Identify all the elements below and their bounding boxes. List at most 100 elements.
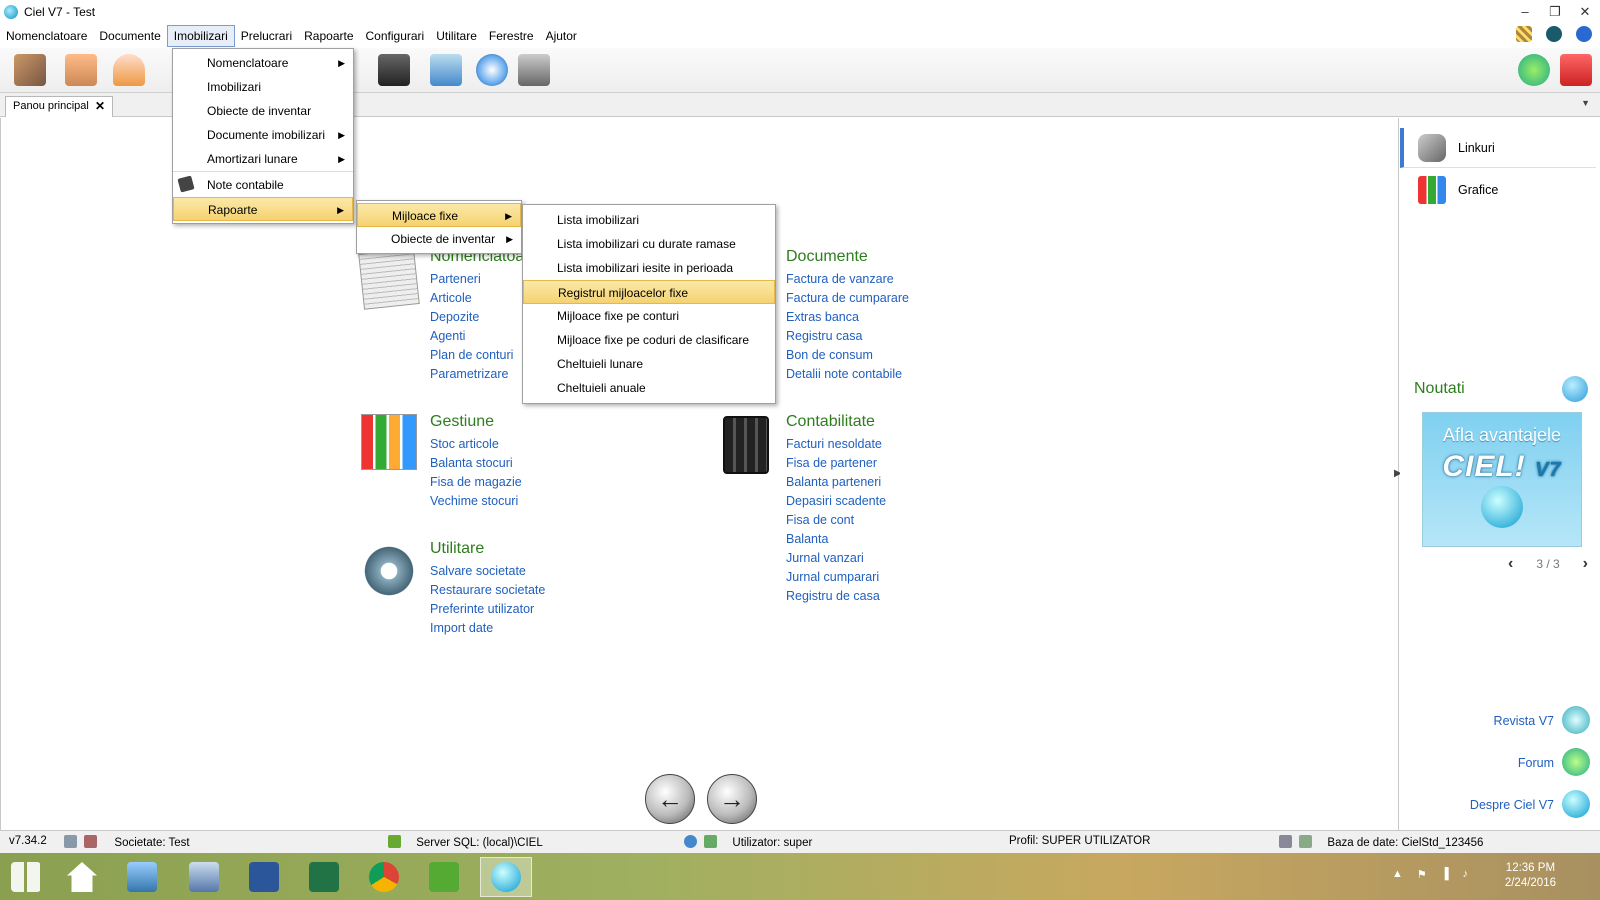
- link-factura-cumparare[interactable]: Factura de cumparare: [786, 289, 909, 308]
- menu-item-obiecte-de-inventar[interactable]: Obiecte de inventar ▶: [357, 227, 521, 251]
- menu-imobilizari[interactable]: Imobilizari: [166, 25, 235, 47]
- minimize-button[interactable]: –: [1510, 0, 1540, 24]
- menu-item-mijloace-pe-coduri[interactable]: Mijloace fixe pe coduri de clasificare: [523, 328, 775, 352]
- close-button[interactable]: ✕: [1570, 0, 1600, 24]
- link-plan-de-conturi[interactable]: Plan de conturi: [430, 346, 524, 365]
- help-icon[interactable]: [1576, 26, 1592, 42]
- tab-panou-principal[interactable]: Panou principal ✕: [5, 96, 113, 117]
- pdf-icon[interactable]: [1560, 54, 1592, 86]
- link-import-date[interactable]: Import date: [430, 619, 545, 638]
- link-bon-consum[interactable]: Bon de consum: [786, 346, 909, 365]
- magazine-icon[interactable]: [1562, 706, 1590, 734]
- print-icon[interactable]: [430, 54, 462, 86]
- ledger-icon[interactable]: [378, 54, 410, 86]
- link-fisa-partener[interactable]: Fisa de partener: [786, 454, 886, 473]
- link-depasiri-scadente[interactable]: Depasiri scadente: [786, 492, 886, 511]
- link-parteneri[interactable]: Parteneri: [430, 270, 524, 289]
- menu-item-nomenclatoare[interactable]: Nomenclatoare ▶: [173, 51, 353, 75]
- tray-flag-icon[interactable]: ⚑: [1417, 868, 1427, 881]
- promo-banner[interactable]: Afla avantajele CIEL! V7: [1422, 412, 1582, 547]
- panel-item-grafice[interactable]: Grafice: [1400, 170, 1596, 210]
- menu-documente[interactable]: Documente: [93, 26, 166, 46]
- link-fisa-cont[interactable]: Fisa de cont: [786, 511, 886, 530]
- link-articole[interactable]: Articole: [430, 289, 524, 308]
- taskbar-cloud-app[interactable]: [418, 857, 470, 897]
- tray-network-icon[interactable]: ▐: [1441, 868, 1449, 881]
- taskbar-chrome[interactable]: [358, 857, 410, 897]
- menu-ferestre[interactable]: Ferestre: [483, 26, 540, 46]
- menu-prelucrari[interactable]: Prelucrari: [235, 26, 298, 46]
- prev-news-icon[interactable]: ‹: [1508, 555, 1513, 573]
- link-fisa-magazie[interactable]: Fisa de magazie: [430, 473, 522, 492]
- chat-icon[interactable]: [1518, 54, 1550, 86]
- users-icon[interactable]: [113, 54, 145, 86]
- link-balanta-stocuri[interactable]: Balanta stocuri: [430, 454, 522, 473]
- taskbar-excel[interactable]: [298, 857, 350, 897]
- forum-chat-icon[interactable]: [1562, 748, 1590, 776]
- menu-item-lista-iesite[interactable]: Lista imobilizari iesite in perioada: [523, 256, 775, 280]
- link-extras-banca[interactable]: Extras banca: [786, 308, 909, 327]
- link-vechime-stocuri[interactable]: Vechime stocuri: [430, 492, 522, 511]
- taskbar-home[interactable]: [56, 857, 108, 897]
- link-forum[interactable]: Forum: [1518, 756, 1554, 770]
- menu-nomenclatoare[interactable]: Nomenclatoare: [0, 26, 93, 46]
- menu-item-mijloace-pe-conturi[interactable]: Mijloace fixe pe conturi: [523, 304, 775, 328]
- download-globe-icon[interactable]: [1562, 376, 1588, 402]
- link-detalii-note-contabile[interactable]: Detalii note contabile: [786, 365, 909, 384]
- link-despre-ciel[interactable]: Despre Ciel V7: [1470, 798, 1554, 812]
- start-button[interactable]: [0, 857, 52, 897]
- link-registru-de-casa[interactable]: Registru de casa: [786, 587, 886, 606]
- menu-item-rapoarte[interactable]: Rapoarte ▶: [173, 197, 353, 221]
- link-jurnal-cumparari[interactable]: Jurnal cumparari: [786, 568, 886, 587]
- link-preferinte-utilizator[interactable]: Preferinte utilizator: [430, 600, 545, 619]
- handshake-icon[interactable]: [14, 54, 46, 86]
- menu-item-imobilizari[interactable]: Imobilizari: [173, 75, 353, 99]
- tab-dropdown-icon[interactable]: ▼: [1581, 98, 1590, 108]
- menu-rapoarte[interactable]: Rapoarte: [298, 26, 359, 46]
- restore-button[interactable]: ❐: [1540, 0, 1570, 24]
- ciel-globe-icon[interactable]: [1562, 790, 1590, 818]
- back-arrow-button[interactable]: ←: [645, 774, 695, 824]
- tray-volume-icon[interactable]: ♪: [1463, 868, 1469, 881]
- menu-item-registrul-mijloacelor-fixe[interactable]: Registrul mijloacelor fixe: [523, 280, 775, 304]
- menu-item-amortizari-lunare[interactable]: Amortizari lunare ▶: [173, 147, 353, 171]
- clock[interactable]: 12:36 PM 2/24/2016: [1505, 861, 1556, 891]
- link-balanta-parteneri[interactable]: Balanta parteneri: [786, 473, 886, 492]
- link-salvare-societate[interactable]: Salvare societate: [430, 562, 545, 581]
- taskbar-word[interactable]: [238, 857, 290, 897]
- panel-item-linkuri[interactable]: Linkuri: [1400, 128, 1596, 168]
- qr-code-icon[interactable]: [1516, 26, 1532, 42]
- menu-item-mijloace-fixe[interactable]: Mijloace fixe ▶: [357, 203, 521, 227]
- link-facturi-nesoldate[interactable]: Facturi nesoldate: [786, 435, 886, 454]
- link-depozite[interactable]: Depozite: [430, 308, 524, 327]
- package-icon[interactable]: [65, 54, 97, 86]
- search-magnifier-icon[interactable]: [476, 54, 508, 86]
- link-parametrizare[interactable]: Parametrizare: [430, 365, 524, 384]
- menu-ajutor[interactable]: Ajutor: [540, 26, 583, 46]
- link-jurnal-vanzari[interactable]: Jurnal vanzari: [786, 549, 886, 568]
- link-agenti[interactable]: Agenti: [430, 327, 524, 346]
- support-icon[interactable]: [1546, 26, 1562, 42]
- link-restaurare-societate[interactable]: Restaurare societate: [430, 581, 545, 600]
- menu-configurari[interactable]: Configurari: [360, 26, 431, 46]
- menu-item-lista-imobilizari[interactable]: Lista imobilizari: [523, 208, 775, 232]
- next-news-icon[interactable]: ›: [1583, 555, 1588, 573]
- link-revista-v7[interactable]: Revista V7: [1494, 714, 1554, 728]
- taskbar-ciel[interactable]: [480, 857, 532, 897]
- taskbar-computer[interactable]: [178, 857, 230, 897]
- menu-utilitare[interactable]: Utilitare: [430, 26, 483, 46]
- menu-item-cheltuieli-lunare[interactable]: Cheltuieli lunare: [523, 352, 775, 376]
- menu-item-obiecte-inventar[interactable]: Obiecte de inventar: [173, 99, 353, 123]
- menu-item-documente-imobilizari[interactable]: Documente imobilizari ▶: [173, 123, 353, 147]
- menu-item-note-contabile[interactable]: Note contabile: [173, 171, 353, 197]
- link-balanta[interactable]: Balanta: [786, 530, 886, 549]
- taskbar-control-panel[interactable]: [116, 857, 168, 897]
- link-registru-casa[interactable]: Registru casa: [786, 327, 909, 346]
- link-stoc-articole[interactable]: Stoc articole: [430, 435, 522, 454]
- menu-item-lista-durate-ramase[interactable]: Lista imobilizari cu durate ramase: [523, 232, 775, 256]
- link-factura-vanzare[interactable]: Factura de vanzare: [786, 270, 909, 289]
- menu-item-cheltuieli-anuale[interactable]: Cheltuieli anuale: [523, 376, 775, 400]
- forward-arrow-button[interactable]: →: [707, 774, 757, 824]
- close-tab-icon[interactable]: ✕: [95, 100, 105, 114]
- tray-expand-icon[interactable]: ▲: [1392, 868, 1403, 881]
